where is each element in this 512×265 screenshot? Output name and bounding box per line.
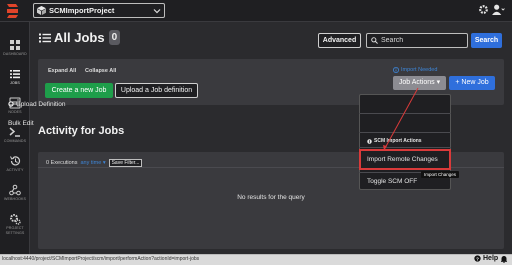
import-needed-text: Import Needed xyxy=(401,67,438,73)
sidebar-item-label: COMMANDS xyxy=(3,139,27,143)
sidebar-item-project-settings[interactable]: PROJECT SETTINGS xyxy=(0,213,30,235)
scm-import-header: SCM Import Actions xyxy=(367,138,422,144)
status-url: localhost:4440/project/SCMImportProject/… xyxy=(2,256,200,262)
dropdown-divider xyxy=(359,132,451,133)
tooltip: Import Changes xyxy=(421,171,460,178)
sidebar-item-label: WEBHOOKS xyxy=(4,197,26,201)
dropdown-divider xyxy=(359,147,451,148)
executions-count: 0 Executions xyxy=(46,160,78,166)
search-field[interactable] xyxy=(366,33,468,48)
create-job-button[interactable]: Create a new Job xyxy=(45,83,113,98)
sidebar-item-label: JOBS xyxy=(10,81,20,85)
search-button[interactable]: Search xyxy=(471,33,502,48)
advanced-button[interactable]: Advanced xyxy=(318,33,361,48)
upload-job-definition-button[interactable]: Upload a Job definition xyxy=(115,83,198,98)
job-count-badge: 0 xyxy=(108,30,121,45)
bulk-edit-item[interactable]: Bulk Edit xyxy=(0,117,92,129)
user-icon[interactable] xyxy=(492,4,505,15)
sidebar-item-webhooks[interactable]: WEBHOOKS xyxy=(0,184,30,202)
scm-import-header-text: SCM Import Actions xyxy=(374,138,422,144)
sidebar-item-activity[interactable]: ACTIVITY xyxy=(0,155,30,173)
bell-icon[interactable] xyxy=(500,255,508,263)
expand-all-link[interactable]: Expand All xyxy=(48,68,76,74)
sidebar-item-jobs[interactable]: JOBS xyxy=(0,68,30,86)
help-label: Help xyxy=(483,255,499,262)
project-name: SCMImportProject xyxy=(49,6,115,15)
upload-icon xyxy=(8,101,14,107)
page-title-text: All Jobs xyxy=(54,30,105,45)
time-filter-dropdown[interactable]: any time ▾ xyxy=(81,160,106,166)
help-icon: ? xyxy=(474,255,481,262)
sidebar-item-label: NODES xyxy=(8,110,22,114)
list-icon xyxy=(39,33,51,42)
scm-icon xyxy=(367,138,372,144)
no-results-message: No results for the query xyxy=(237,194,305,201)
sidebar-item-label: PROJECT SETTINGS xyxy=(5,226,25,235)
dashboard-icon xyxy=(10,40,20,50)
jobs-list-icon xyxy=(10,70,20,79)
upload-definition-label: Upload Definition xyxy=(16,100,66,108)
project-cube-icon xyxy=(37,6,46,15)
sidebar-item-label: ACTIVITY xyxy=(6,168,24,172)
new-job-button[interactable]: + New Job xyxy=(449,76,495,90)
gear-icon xyxy=(10,214,21,225)
info-icon xyxy=(393,67,399,73)
executions-summary: 0 Executions any time ▾ Save Filter... xyxy=(46,159,143,167)
highlight-box xyxy=(359,149,451,170)
gear-icon[interactable] xyxy=(478,4,489,15)
help-link[interactable]: ? Help xyxy=(474,255,498,262)
sidebar-item-dashboard[interactable]: DASHBOARD xyxy=(0,39,30,57)
rundeck-logo-icon[interactable] xyxy=(7,4,19,18)
chevron-down-icon xyxy=(153,9,161,14)
webhooks-icon xyxy=(9,184,21,196)
svg-text:?: ? xyxy=(476,256,479,262)
history-icon xyxy=(10,156,21,166)
dropdown-divider xyxy=(359,113,451,114)
project-selector[interactable]: SCMImportProject xyxy=(33,3,165,18)
page-title: All Jobs 0 xyxy=(39,30,121,45)
search-icon xyxy=(371,37,378,44)
import-needed-indicator[interactable]: Import Needed xyxy=(393,67,437,73)
sidebar-item-label: DASHBOARD xyxy=(3,52,27,56)
upload-definition-item[interactable]: Upload Definition xyxy=(0,98,92,110)
job-actions-button[interactable]: Job Actions ▾ xyxy=(393,76,446,90)
collapse-all-link[interactable]: Collapse All xyxy=(85,68,116,74)
search-input[interactable] xyxy=(381,37,466,44)
save-filter-button[interactable]: Save Filter... xyxy=(108,159,143,167)
